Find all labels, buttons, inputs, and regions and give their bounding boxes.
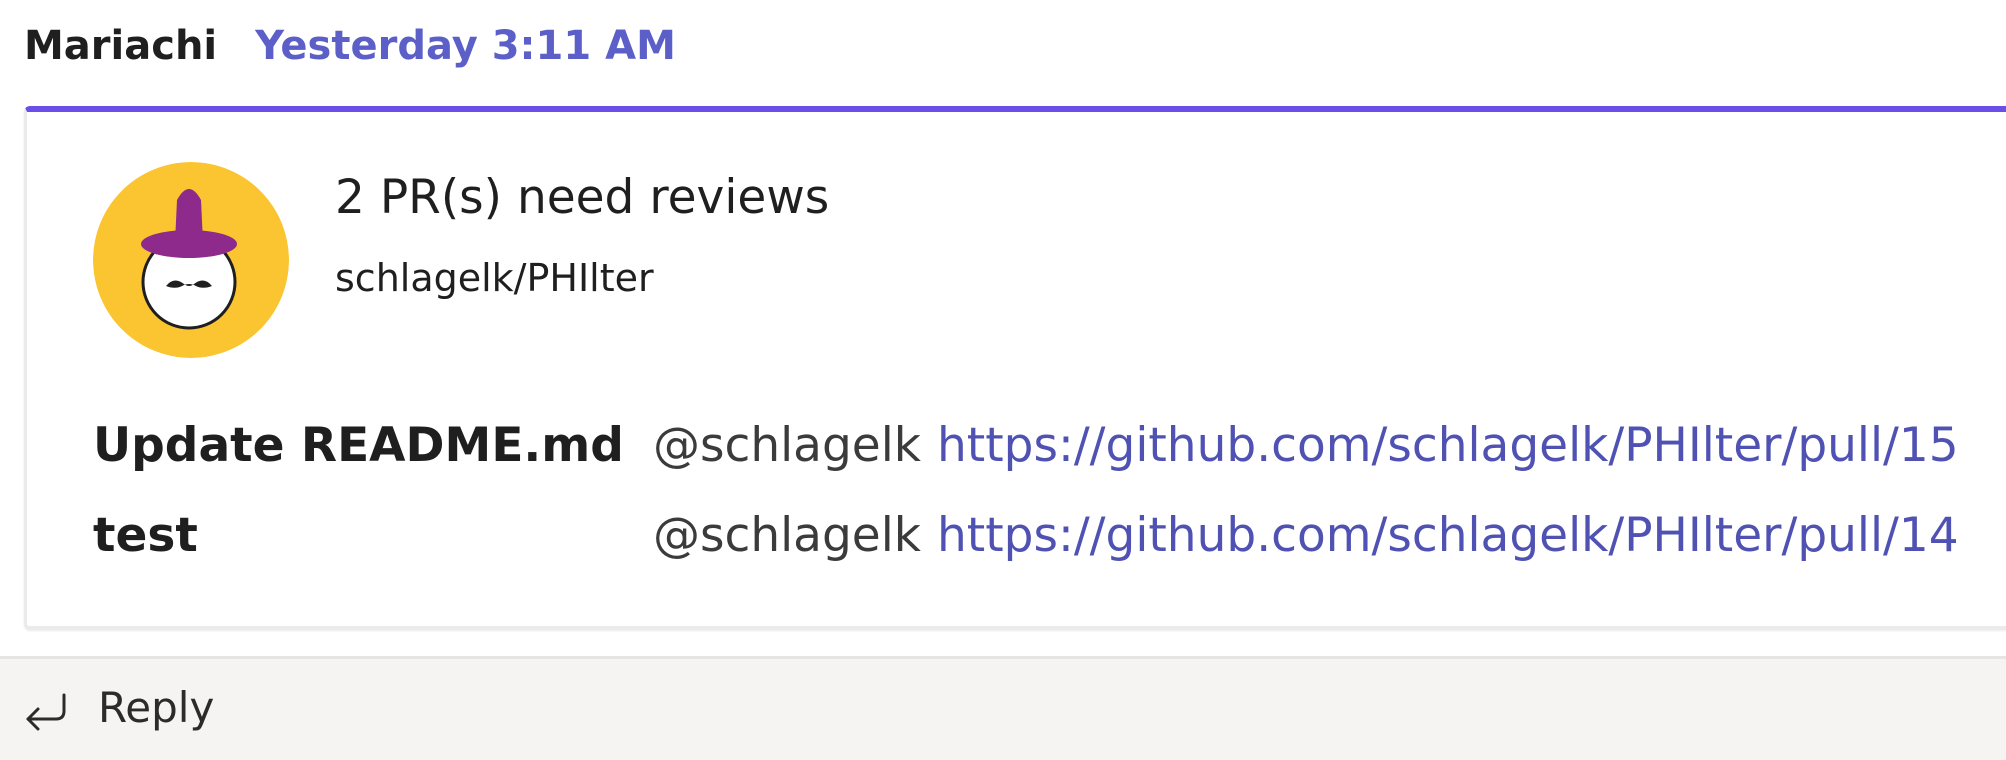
repo-name: schlagelk/PHIlter (335, 256, 654, 300)
message-timestamp[interactable]: Yesterday 3:11 AM (255, 23, 676, 69)
pr-author: @schlagelk (653, 507, 922, 563)
pr-row: Update README.md @schlagelk https://gith… (93, 410, 1993, 480)
sender-name[interactable]: Mariachi (24, 23, 217, 69)
pr-link[interactable]: https://github.com/schlagelk/PHIlter/pul… (937, 508, 1959, 563)
pr-title: Update README.md (93, 417, 624, 473)
pr-author: @schlagelk (653, 417, 922, 473)
adaptive-card: 2 PR(s) need reviews schlagelk/PHIlter U… (24, 106, 2006, 630)
bot-avatar (93, 162, 289, 358)
reply-label: Reply (98, 683, 215, 732)
mariachi-bot-avatar-icon (93, 162, 289, 358)
reply-arrow-icon (20, 689, 70, 735)
reply-button[interactable]: Reply (0, 656, 2006, 760)
card-title: 2 PR(s) need reviews (335, 170, 830, 225)
pr-title: test (93, 507, 198, 563)
pr-row: test @schlagelk https://github.com/schla… (93, 500, 1993, 570)
message-header: Mariachi Yesterday 3:11 AM (24, 18, 676, 74)
pr-link[interactable]: https://github.com/schlagelk/PHIlter/pul… (937, 418, 1959, 473)
